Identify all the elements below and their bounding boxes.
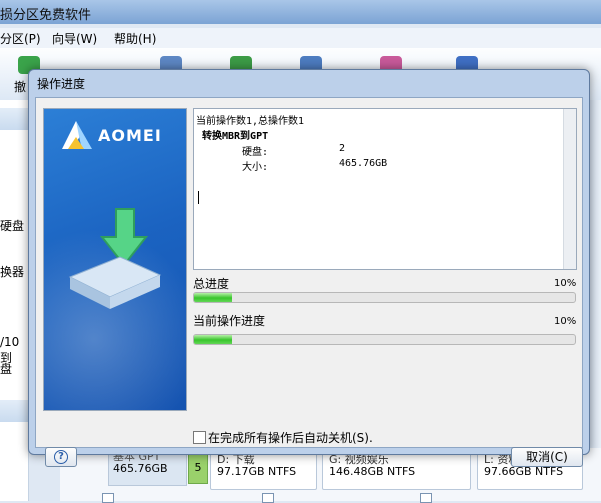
menu-partition[interactable]: 分区(P) [0, 30, 41, 47]
menu-wizard[interactable]: 向导(W) [52, 30, 97, 47]
menu-bar: 分区(P) 向导(W) 帮助(H) [0, 28, 601, 48]
undo-button-label[interactable]: 撤 [14, 78, 26, 95]
left-panel: 硬盘 换器 /10到 盘 [0, 100, 29, 501]
log-operation-name: 转换MBR到GPT [202, 131, 269, 142]
partition-segment[interactable]: 5 [188, 452, 208, 484]
progress-dialog: 操作进度 AOMEI 当前操作数1,总操作数1 转换MBR到GPT 硬盘: 2 … [28, 69, 590, 467]
disk-download-icon [68, 208, 162, 309]
legend-marker [102, 493, 114, 503]
menu-help[interactable]: 帮助(H) [114, 30, 156, 47]
app-title-bar: 损分区免费软件 [0, 0, 601, 24]
current-progress-percent: 10% [554, 316, 577, 327]
current-progress-label: 当前操作进度 [193, 314, 266, 328]
legend-marker [262, 493, 274, 503]
log-scrollbar[interactable] [563, 109, 576, 269]
current-progress-fill [194, 335, 233, 344]
left-panel-header-2 [0, 400, 28, 422]
dialog-body: AOMEI 当前操作数1,总操作数1 转换MBR到GPT 硬盘: 2 大小: 4… [35, 97, 583, 467]
disk-size: 465.76GB [113, 462, 168, 475]
log-size-value: 465.76GB [339, 158, 388, 169]
partition-g-size: 146.48GB NTFS [329, 465, 416, 478]
current-progress-bar [193, 334, 576, 345]
auto-shutdown-checkbox[interactable] [193, 431, 206, 444]
help-button[interactable]: ? [45, 447, 77, 467]
side-item-drive[interactable]: 盘 [0, 360, 12, 377]
side-item-converter[interactable]: 换器 [0, 263, 24, 280]
log-operation-count: 当前操作数1,总操作数1 [196, 116, 305, 127]
total-progress-bar [193, 292, 576, 303]
total-progress-fill [194, 293, 233, 302]
auto-shutdown-label[interactable]: 在完成所有操作后自动关机(S). [208, 429, 373, 446]
total-progress-label: 总进度 [193, 277, 230, 291]
log-size-label: 大小: [242, 162, 269, 173]
legend-marker [420, 493, 432, 503]
side-item-disk[interactable]: 硬盘 [0, 217, 24, 234]
partition-d-size: 97.17GB NTFS [217, 465, 297, 478]
brand-name: AOMEI [98, 126, 162, 145]
aomei-logo-icon [62, 121, 92, 149]
log-disk-label: 硬盘: [242, 147, 269, 158]
operation-log[interactable]: 当前操作数1,总操作数1 转换MBR到GPT 硬盘: 2 大小: 465.76G… [193, 108, 577, 270]
cancel-button[interactable]: 取消(C) [511, 447, 583, 467]
app-title: 损分区免费软件 [0, 8, 92, 23]
help-icon: ? [54, 450, 68, 464]
total-progress-percent: 10% [554, 278, 577, 289]
left-panel-header [0, 108, 28, 130]
dialog-title: 操作进度 [37, 77, 86, 91]
brand-panel: AOMEI [43, 108, 187, 411]
text-caret [198, 191, 199, 204]
log-disk-value: 2 [339, 143, 346, 154]
